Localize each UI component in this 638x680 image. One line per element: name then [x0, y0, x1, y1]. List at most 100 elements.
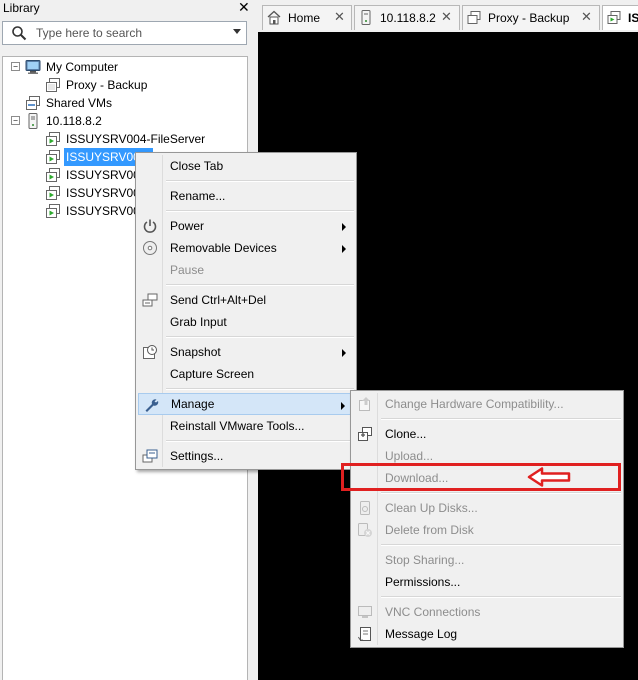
vm-running-icon: [46, 150, 60, 164]
menu-item-clean-up-disks[interactable]: Clean Up Disks...: [353, 497, 621, 519]
menu-item-stop-sharing[interactable]: Stop Sharing...: [353, 549, 621, 571]
tab-home[interactable]: Home ✕: [262, 5, 352, 30]
menu-item-permissions[interactable]: Permissions...: [353, 571, 621, 593]
menu-separator: [381, 544, 621, 546]
menu-item-send-ctrl-alt-del[interactable]: Send Ctrl+Alt+Del: [138, 289, 354, 311]
menu-item-removable-devices[interactable]: Removable Devices: [138, 237, 354, 259]
menu-item-vnc-connections[interactable]: VNC Connections: [353, 601, 621, 623]
tab-label: Home: [288, 11, 321, 25]
menu-item-label: Pause: [170, 263, 205, 277]
menu-item-label: Removable Devices: [170, 241, 277, 255]
vnc-icon: [358, 606, 372, 618]
vm-running-icon: [46, 132, 60, 146]
settings-icon: [142, 449, 158, 463]
close-icon[interactable]: ✕: [334, 9, 345, 25]
annotation-highlight-box: [341, 463, 621, 491]
tab-label: 10.118.8.2: [380, 11, 436, 25]
menu-item-label: Upload...: [385, 449, 434, 463]
library-search-box[interactable]: [2, 21, 247, 45]
menu-item-label: Manage: [171, 397, 215, 411]
menu-item-label: Close Tab: [170, 159, 224, 173]
menu-item-settings[interactable]: Settings...: [138, 445, 354, 467]
menu-item-label: Stop Sharing...: [385, 553, 465, 567]
menu-item-label: Permissions...: [385, 575, 461, 589]
library-close-icon[interactable]: ✕: [238, 0, 250, 16]
cleanup-disk-icon: [360, 501, 370, 515]
power-icon: [143, 219, 157, 233]
menu-item-label: Grab Input: [170, 315, 227, 329]
menu-separator: [166, 388, 354, 390]
menu-item-power[interactable]: Power: [138, 215, 354, 237]
submenu-arrow-icon: [342, 349, 346, 357]
keyboard-icon: [142, 293, 158, 307]
close-icon[interactable]: ✕: [441, 9, 452, 25]
menu-separator: [166, 440, 354, 442]
tree-item-label: My Computer: [46, 60, 119, 74]
message-log-icon: [358, 627, 371, 641]
wrench-icon: [145, 399, 159, 412]
vm-running-icon: [46, 204, 60, 218]
shared-vms-icon: [26, 96, 40, 110]
tree-item-vm[interactable]: ISSUYSRV004-FileServer: [3, 130, 243, 148]
tab-proxy-backup[interactable]: Proxy - Backup ✕: [462, 5, 600, 30]
menu-separator: [166, 180, 354, 182]
menu-item-pause[interactable]: Pause: [138, 259, 354, 281]
submenu-arrow-icon: [342, 223, 346, 231]
tab-strip: Home ✕ 10.118.8.2 ✕ Proxy - Backup ✕ IS: [258, 0, 638, 32]
library-title: Library: [3, 1, 40, 15]
close-icon[interactable]: ✕: [581, 9, 592, 25]
vm-icon: [467, 11, 481, 24]
tab-active-vm[interactable]: IS: [602, 5, 638, 30]
tree-item-proxy-backup[interactable]: Proxy - Backup: [3, 76, 243, 94]
collapse-toggle-icon[interactable]: −: [11, 116, 20, 125]
menu-item-label: Clean Up Disks...: [385, 501, 478, 515]
menu-item-manage[interactable]: Manage: [138, 393, 354, 415]
annotation-arrow-icon: [527, 467, 571, 487]
menu-item-clone[interactable]: Clone...: [353, 423, 621, 445]
vm-running-icon: [46, 168, 60, 182]
tab-remote-host[interactable]: 10.118.8.2 ✕: [354, 5, 460, 30]
manage-submenu: Change Hardware Compatibility... Clone..…: [350, 390, 624, 648]
tree-item-label: 10.118.8.2: [46, 114, 102, 128]
vm-icon: [46, 78, 60, 92]
menu-item-label: Rename...: [170, 189, 226, 203]
menu-item-label: Reinstall VMware Tools...: [170, 419, 305, 433]
vm-context-menu: Close Tab Rename... Power Removable Devi…: [135, 152, 357, 470]
search-input[interactable]: [36, 25, 226, 41]
menu-item-rename[interactable]: Rename...: [138, 185, 354, 207]
menu-item-label: VNC Connections: [385, 605, 481, 619]
menu-separator: [381, 492, 621, 494]
vm-running-icon: [607, 11, 621, 24]
menu-separator: [166, 284, 354, 286]
tree-item-remote-host[interactable]: − 10.118.8.2: [3, 112, 243, 130]
tree-item-label: Shared VMs: [46, 96, 113, 110]
submenu-arrow-icon: [341, 402, 345, 410]
menu-item-capture-screen[interactable]: Capture Screen: [138, 363, 354, 385]
home-icon: [267, 10, 281, 25]
menu-separator: [166, 336, 354, 338]
vm-running-icon: [46, 186, 60, 200]
collapse-toggle-icon[interactable]: −: [11, 62, 20, 71]
menu-item-reinstall-tools[interactable]: Reinstall VMware Tools...: [138, 415, 354, 437]
menu-item-grab-input[interactable]: Grab Input: [138, 311, 354, 333]
clone-icon: [358, 427, 372, 441]
server-icon: [361, 10, 371, 25]
submenu-arrow-icon: [342, 245, 346, 253]
menu-item-close-tab[interactable]: Close Tab: [138, 155, 354, 177]
menu-item-label: Delete from Disk: [385, 523, 474, 537]
tree-item-my-computer[interactable]: − My Computer: [3, 58, 243, 76]
menu-item-change-hardware-compatibility[interactable]: Change Hardware Compatibility...: [353, 393, 621, 415]
disc-icon: [143, 241, 157, 255]
menu-item-message-log[interactable]: Message Log: [353, 623, 621, 645]
tree-item-label: Proxy - Backup: [66, 78, 148, 92]
menu-item-label: Power: [170, 219, 205, 233]
tree-item-shared-vms[interactable]: Shared VMs: [3, 94, 243, 112]
menu-item-label: Settings...: [170, 449, 224, 463]
snapshot-icon: [143, 345, 157, 359]
chevron-down-icon[interactable]: [233, 29, 241, 34]
menu-item-label: Clone...: [385, 427, 427, 441]
menu-item-delete-from-disk[interactable]: Delete from Disk: [353, 519, 621, 541]
menu-separator: [381, 418, 621, 420]
menu-item-label: Capture Screen: [170, 367, 255, 381]
menu-item-snapshot[interactable]: Snapshot: [138, 341, 354, 363]
